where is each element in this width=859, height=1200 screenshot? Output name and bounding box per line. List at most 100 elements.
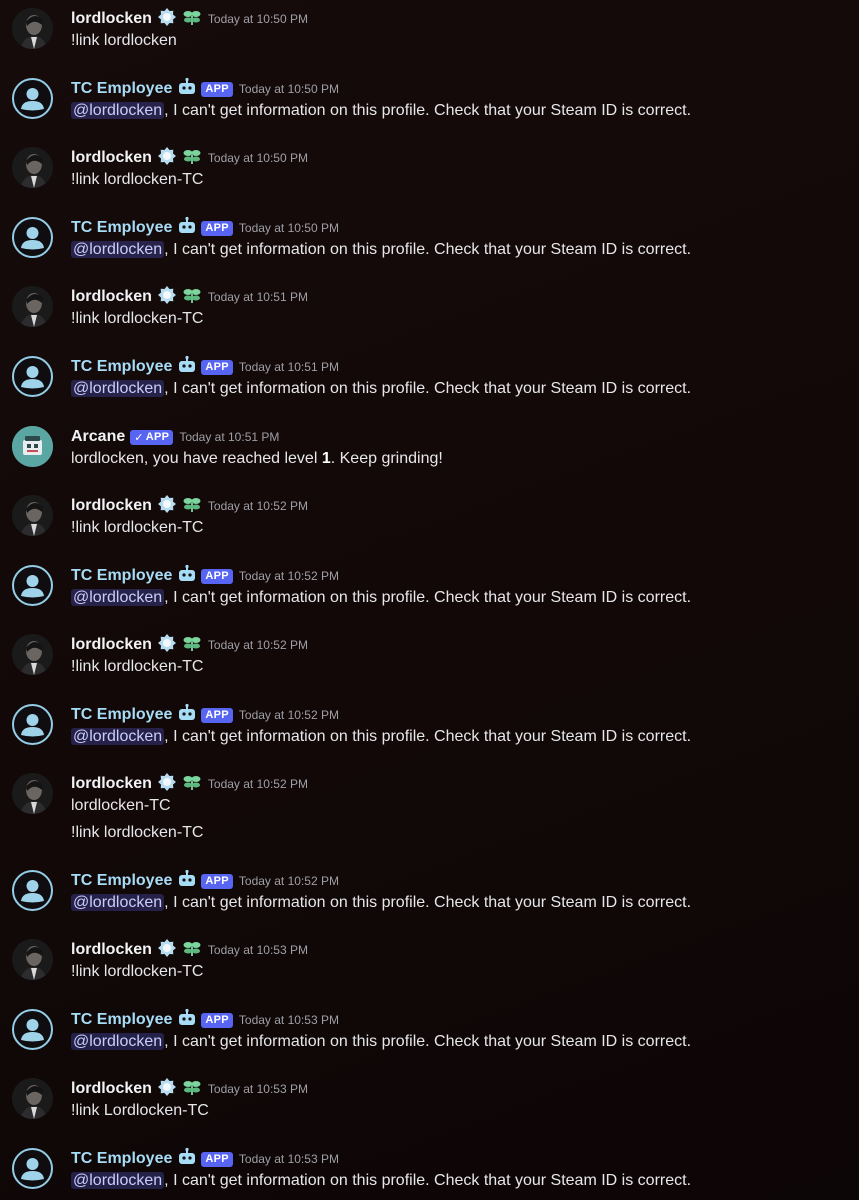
default-avatar-icon[interactable] — [12, 217, 53, 258]
username[interactable]: lordlocken — [71, 10, 152, 28]
message-text: !link lordlocken-TC — [71, 171, 204, 188]
timestamp[interactable]: Today at 10:52 PM — [208, 499, 308, 513]
bot-icon — [177, 355, 197, 380]
message-text-rest: , I can't get information on this profil… — [164, 894, 692, 911]
message-header: TC Employee APP Today at 10:52 PM — [71, 703, 339, 726]
user-avatar[interactable] — [12, 286, 53, 327]
message-header: TC Employee APP Today at 10:50 PM — [71, 216, 339, 241]
username[interactable]: TC Employee — [71, 1011, 172, 1029]
user-avatar[interactable] — [12, 8, 53, 49]
nitro-badge-icon[interactable] — [157, 772, 177, 797]
user-avatar[interactable] — [12, 939, 53, 980]
timestamp[interactable]: Today at 10:52 PM — [239, 708, 339, 722]
user-mention[interactable]: @lordlocken — [71, 728, 165, 745]
timestamp[interactable]: Today at 10:53 PM — [208, 943, 308, 957]
sprout-badge-icon[interactable] — [182, 494, 202, 519]
username[interactable]: Arcane — [71, 428, 125, 446]
sprout-badge-icon[interactable] — [182, 7, 202, 32]
user-avatar[interactable] — [12, 634, 53, 675]
username[interactable]: TC Employee — [71, 872, 172, 890]
username[interactable]: TC Employee — [71, 358, 172, 376]
default-avatar-icon[interactable] — [12, 78, 53, 119]
message-text-rest: , I can't get information on this profil… — [164, 589, 692, 606]
sprout-badge-icon[interactable] — [182, 146, 202, 171]
username[interactable]: lordlocken — [71, 775, 152, 793]
timestamp[interactable]: Today at 10:53 PM — [208, 1082, 308, 1096]
user-mention[interactable]: @lordlocken — [71, 241, 165, 258]
username[interactable]: TC Employee — [71, 80, 172, 98]
message-text: @lordlocken, I can't get information on … — [71, 589, 691, 607]
nitro-badge-icon[interactable] — [157, 938, 177, 963]
user-mention[interactable]: @lordlocken — [71, 380, 165, 397]
username[interactable]: lordlocken — [71, 1080, 152, 1098]
message-text: @lordlocken, I can't get information on … — [71, 1033, 691, 1051]
username[interactable]: lordlocken — [71, 149, 152, 167]
message-header: lordlocken Today at 10:50 PM — [71, 146, 308, 171]
user-mention[interactable]: @lordlocken — [71, 1172, 165, 1189]
message-text-rest: , I can't get information on this profil… — [164, 1033, 692, 1050]
sprout-badge-icon[interactable] — [182, 633, 202, 658]
default-avatar-icon[interactable] — [12, 356, 53, 397]
timestamp[interactable]: Today at 10:50 PM — [208, 151, 308, 165]
user-mention[interactable]: @lordlocken — [71, 1033, 165, 1050]
arcane-avatar[interactable] — [12, 426, 53, 467]
message-text: lordlocken-TC — [71, 797, 171, 814]
username[interactable]: lordlocken — [71, 497, 152, 515]
username[interactable]: TC Employee — [71, 1150, 172, 1168]
message-text-rest: , I can't get information on this profil… — [164, 102, 692, 119]
message-header: lordlocken Today at 10:50 PM — [71, 7, 308, 32]
user-mention[interactable]: @lordlocken — [71, 894, 165, 911]
timestamp[interactable]: Today at 10:51 PM — [239, 360, 339, 374]
default-avatar-icon[interactable] — [12, 565, 53, 606]
username[interactable]: TC Employee — [71, 567, 172, 585]
username[interactable]: TC Employee — [71, 219, 172, 237]
default-avatar-icon[interactable] — [12, 870, 53, 911]
timestamp[interactable]: Today at 10:50 PM — [208, 12, 308, 26]
bot-icon — [177, 77, 197, 102]
user-mention[interactable]: @lordlocken — [71, 102, 165, 119]
timestamp[interactable]: Today at 10:51 PM — [208, 290, 308, 304]
message-text: @lordlocken, I can't get information on … — [71, 102, 691, 120]
app-badge: APP — [201, 81, 233, 97]
user-avatar[interactable] — [12, 773, 53, 814]
timestamp[interactable]: Today at 10:53 PM — [239, 1013, 339, 1027]
sprout-badge-icon[interactable] — [182, 938, 202, 963]
nitro-badge-icon[interactable] — [157, 633, 177, 658]
sprout-badge-icon[interactable] — [182, 285, 202, 310]
sprout-badge-icon[interactable] — [182, 1077, 202, 1102]
nitro-badge-icon[interactable] — [157, 1077, 177, 1102]
timestamp[interactable]: Today at 10:52 PM — [208, 777, 308, 791]
nitro-badge-icon[interactable] — [157, 494, 177, 519]
user-avatar[interactable] — [12, 495, 53, 536]
timestamp[interactable]: Today at 10:52 PM — [239, 874, 339, 888]
bot-icon — [177, 216, 197, 241]
message-text: @lordlocken, I can't get information on … — [71, 1172, 691, 1190]
username[interactable]: lordlocken — [71, 636, 152, 654]
user-avatar[interactable] — [12, 1078, 53, 1119]
timestamp[interactable]: Today at 10:51 PM — [179, 430, 279, 444]
username[interactable]: TC Employee — [71, 706, 172, 724]
message-text: @lordlocken, I can't get information on … — [71, 894, 691, 912]
message-text: lordlocken, you have reached level 1. Ke… — [71, 450, 443, 467]
user-mention[interactable]: @lordlocken — [71, 589, 165, 606]
nitro-badge-icon[interactable] — [157, 285, 177, 310]
bot-icon — [177, 869, 197, 894]
nitro-badge-icon[interactable] — [157, 146, 177, 171]
username[interactable]: lordlocken — [71, 288, 152, 306]
sprout-badge-icon[interactable] — [182, 772, 202, 797]
level-number: 1 — [321, 450, 331, 467]
nitro-badge-icon[interactable] — [157, 7, 177, 32]
timestamp[interactable]: Today at 10:53 PM — [239, 1152, 339, 1166]
message-text: !link lordlocken-TC — [71, 519, 204, 536]
message-text: !link Lordlocken-TC — [71, 1102, 209, 1119]
default-avatar-icon[interactable] — [12, 704, 53, 745]
username[interactable]: lordlocken — [71, 941, 152, 959]
user-avatar[interactable] — [12, 147, 53, 188]
default-avatar-icon[interactable] — [12, 1009, 53, 1050]
message-header: TC Employee APP Today at 10:53 PM — [71, 1147, 339, 1170]
timestamp[interactable]: Today at 10:50 PM — [239, 221, 339, 235]
timestamp[interactable]: Today at 10:50 PM — [239, 82, 339, 96]
default-avatar-icon[interactable] — [12, 1148, 53, 1189]
timestamp[interactable]: Today at 10:52 PM — [208, 638, 308, 652]
timestamp[interactable]: Today at 10:52 PM — [239, 569, 339, 583]
